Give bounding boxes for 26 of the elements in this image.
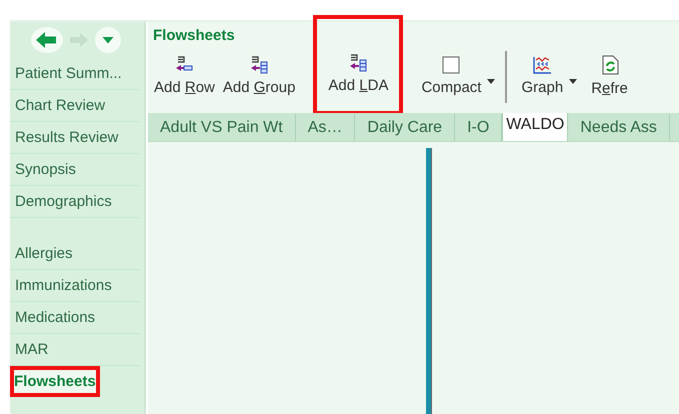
dropdown-caret-icon[interactable] — [569, 78, 578, 84]
sidebar-item[interactable]: Results Review — [10, 122, 140, 154]
sidebar-item[interactable]: Medications — [10, 302, 140, 334]
flowsheet-tab[interactable]: Daily Care — [355, 114, 456, 141]
sidebar-item[interactable]: Patient Summ... — [10, 58, 140, 90]
dropdown-icon[interactable] — [94, 26, 122, 54]
graph-button[interactable]: Graph — [517, 41, 568, 111]
sidebar-item[interactable]: Chart Review — [10, 90, 140, 122]
refresh-button[interactable]: Refre — [587, 41, 632, 111]
flowsheet-tab[interactable]: Needs Ass — [568, 114, 670, 141]
add-group-icon — [249, 56, 270, 74]
sidebar-item[interactable]: Demographics — [10, 186, 140, 218]
sidebar-item[interactable]: Flowsheets — [10, 366, 100, 397]
sidebar-item[interactable]: Immunizations — [10, 270, 140, 302]
compact-button[interactable]: Compact — [417, 41, 486, 111]
flowsheet-tab[interactable]: As… — [296, 114, 356, 141]
add-lda-icon — [348, 54, 368, 72]
sidebar-item[interactable]: Synopsis — [10, 154, 140, 186]
flowsheet-tab[interactable]: WALDO — [502, 113, 568, 141]
checkbox-icon[interactable] — [442, 56, 460, 74]
sidebar-item[interactable]: Allergies — [10, 238, 140, 270]
dropdown-caret-icon[interactable] — [487, 78, 496, 84]
graph-icon — [532, 56, 552, 74]
add-row-icon — [174, 56, 194, 74]
flowsheet-tab[interactable]: Adult VS Pain Wt — [148, 114, 296, 141]
refresh-icon — [600, 55, 619, 75]
